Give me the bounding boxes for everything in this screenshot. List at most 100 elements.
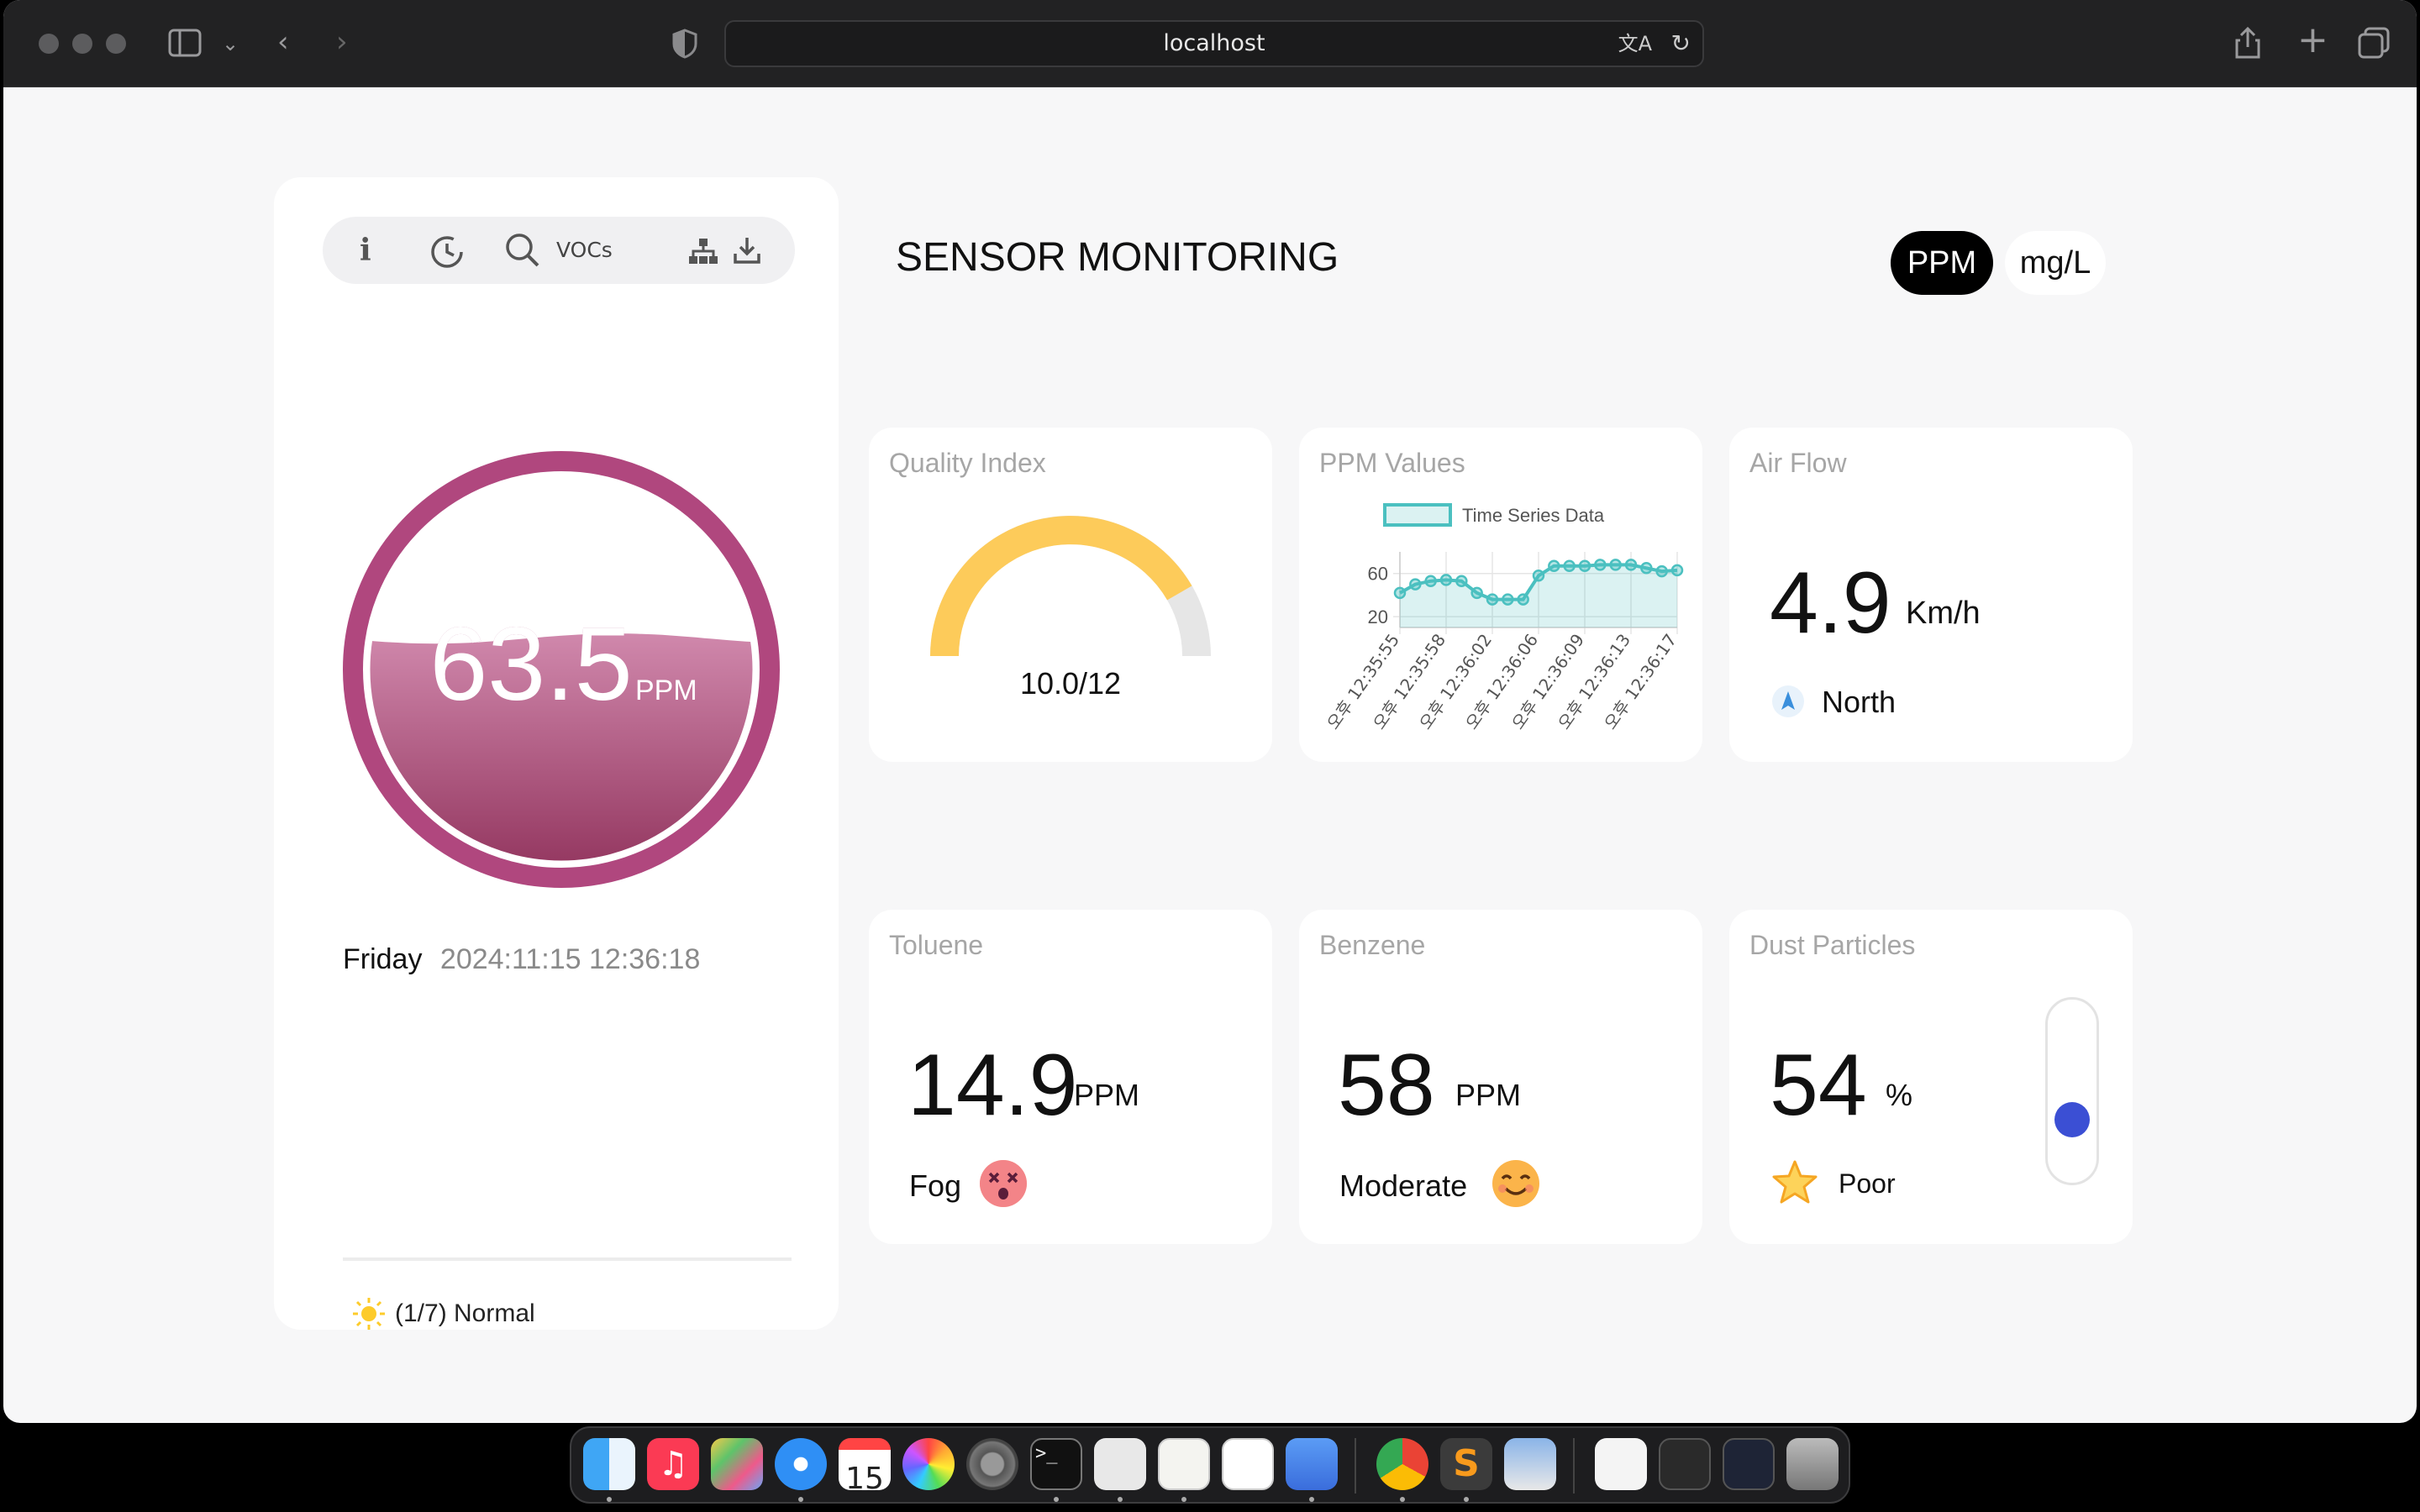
screenshot-icon[interactable] (1504, 1438, 1556, 1490)
shield-icon[interactable] (672, 29, 697, 59)
document-icon[interactable] (1595, 1438, 1647, 1490)
data-point (1439, 574, 1453, 586)
ppm-line-chart: Time Series Data6020오후 12:35:55오후 12:35:… (1323, 503, 1684, 733)
running-indicator (1181, 1497, 1186, 1502)
running-indicator (798, 1497, 803, 1502)
y-tick-label: 20 (1368, 606, 1388, 627)
history-icon[interactable] (429, 234, 466, 269)
data-point (1424, 575, 1437, 587)
data-point (1532, 570, 1545, 582)
new-tab-icon[interactable]: + (2297, 22, 2328, 59)
trash-icon[interactable] (1786, 1438, 1839, 1490)
status-text: (1/7) Normal (395, 1299, 535, 1327)
data-point (1409, 578, 1422, 591)
data-point (1393, 586, 1407, 600)
zoom-window-button[interactable] (106, 34, 126, 54)
dust-particles-card: Dust Particles 54 % Poor (1729, 910, 2133, 1244)
calendar-icon[interactable]: 15 (839, 1438, 891, 1496)
search-label[interactable]: VOCs (556, 235, 613, 265)
unit-ppm-button[interactable]: PPM (1891, 231, 1993, 295)
sidebar-icon[interactable] (168, 29, 202, 57)
chrome-icon[interactable] (1376, 1438, 1428, 1490)
datetime-row: Friday 2024:11:15 12:36:18 (343, 943, 700, 976)
browser-titlebar: ⌄ ‹ › localhost 文A ↻ + (3, 0, 2417, 87)
data-point (1670, 564, 1684, 577)
data-point (1486, 593, 1499, 606)
window-thumbnail-icon[interactable] (1723, 1438, 1775, 1490)
browser-window: ⌄ ‹ › localhost 文A ↻ + i VOCs 63.5 PPM F… (3, 0, 2417, 1423)
card-title: Dust Particles (1749, 930, 1916, 960)
music-icon[interactable]: ♫ (647, 1438, 699, 1490)
sensor-toolbar: i VOCs (323, 217, 795, 284)
chevron-down-icon[interactable]: ⌄ (222, 27, 239, 60)
ppm-liquid-gauge: 63.5 63.5 PPM (343, 451, 780, 888)
legend-swatch (1383, 503, 1452, 527)
download-icon[interactable] (733, 235, 761, 265)
air-flow-card: Air Flow 4.9 Km/h North (1729, 428, 2133, 762)
data-point (1455, 575, 1468, 587)
quality-index-card: Quality Index 10.0/12 (869, 428, 1272, 762)
toluene-unit: PPM (1074, 1078, 1140, 1112)
left-panel: i VOCs 63.5 PPM Friday 2024:11:15 12:36:… (274, 177, 839, 1330)
day-label: Friday (343, 943, 423, 975)
address-bar[interactable]: localhost 文A ↻ (724, 20, 1704, 67)
toluene-card: Toluene 14.9 PPM Fog (869, 910, 1272, 1244)
data-point (1578, 559, 1591, 572)
translate-icon[interactable]: 文A (1618, 22, 1652, 66)
tab-overview-icon[interactable] (2358, 27, 2390, 59)
data-point (1517, 593, 1529, 606)
reload-icon[interactable]: ↻ (1671, 22, 1691, 66)
minimize-window-button[interactable] (72, 34, 92, 54)
system-settings-icon[interactable] (966, 1438, 1018, 1490)
app-store-icon[interactable] (1286, 1438, 1338, 1490)
terminal-icon[interactable]: >_ (1030, 1438, 1082, 1490)
safari-icon[interactable] (775, 1438, 827, 1490)
search-icon[interactable] (504, 232, 541, 269)
data-point (1640, 562, 1653, 575)
dock-divider (1355, 1438, 1356, 1494)
data-point (1563, 559, 1576, 572)
info-icon[interactable]: i (360, 232, 371, 269)
smiling-face-icon (1492, 1160, 1539, 1207)
launchpad-icon[interactable] (711, 1438, 763, 1490)
dust-slider-knob[interactable] (2054, 1101, 2090, 1137)
gauge-value: 63.5 (429, 606, 632, 722)
sun-icon (353, 1298, 385, 1330)
url-text: localhost (1163, 30, 1265, 56)
dust-value: 54 (1770, 1037, 1867, 1134)
card-title: Toluene (889, 930, 984, 960)
running-indicator (1118, 1497, 1123, 1502)
sublime-text-icon[interactable]: S (1440, 1438, 1492, 1490)
macos-dock: ♫ 15 >_ S (570, 1426, 1850, 1504)
y-tick-label: 60 (1368, 564, 1388, 585)
photos-icon[interactable] (902, 1438, 955, 1490)
toluene-status: Fog (909, 1168, 962, 1203)
dust-level-slider[interactable] (2045, 997, 2099, 1185)
airflow-value: 4.9 (1770, 554, 1891, 652)
finder-icon[interactable] (583, 1438, 635, 1490)
page-title: SENSOR MONITORING (896, 235, 1339, 280)
textedit-icon[interactable] (1158, 1438, 1210, 1490)
airflow-unit: Km/h (1906, 596, 1981, 631)
data-point (1609, 559, 1622, 571)
forward-icon[interactable]: › (336, 25, 348, 59)
running-indicator (1400, 1497, 1405, 1502)
unit-mgl-button[interactable]: mg/L (2005, 231, 2106, 295)
airflow-direction: North (1822, 685, 1897, 719)
legend-label: Time Series Data (1462, 505, 1605, 526)
dizzy-face-icon (980, 1160, 1027, 1207)
data-point (1548, 559, 1560, 572)
share-icon[interactable] (2235, 25, 2260, 59)
divider (343, 1257, 792, 1261)
hierarchy-icon[interactable] (687, 237, 719, 265)
window-thumbnail-icon[interactable] (1659, 1438, 1711, 1490)
running-indicator (1464, 1497, 1469, 1502)
preview-icon[interactable] (1094, 1438, 1146, 1490)
navigation-arrow-icon (1772, 685, 1804, 717)
freeform-icon[interactable] (1222, 1438, 1274, 1490)
star-icon (1772, 1160, 1818, 1204)
close-window-button[interactable] (39, 34, 59, 54)
back-icon[interactable]: ‹ (277, 25, 289, 59)
running-indicator (607, 1497, 612, 1502)
benzene-unit: PPM (1455, 1078, 1522, 1112)
